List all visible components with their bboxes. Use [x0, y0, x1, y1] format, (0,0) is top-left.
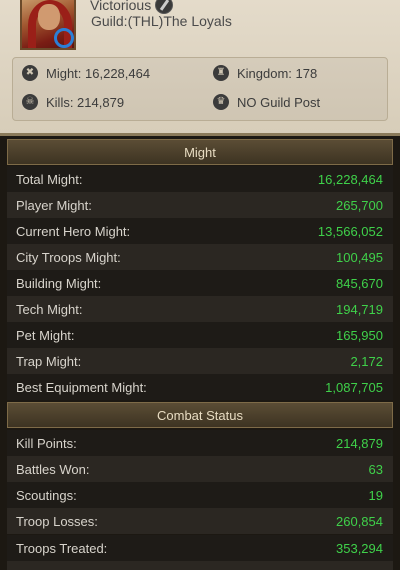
- stat-label: Building Might:: [16, 275, 102, 291]
- summary-guild-post-label: NO Guild Post: [237, 94, 321, 110]
- stat-value: 165,950: [336, 327, 383, 343]
- summary-kingdom: ♜ Kingdom: 178: [213, 65, 317, 81]
- stat-label: Total Might:: [16, 171, 83, 187]
- stat-row: Pet Might: 165,950: [7, 322, 393, 348]
- guild-name: Guild:(THL)The Loyals: [91, 13, 232, 29]
- stat-value: 194,719: [336, 301, 383, 317]
- section-header-combat: Combat Status: [7, 402, 393, 428]
- stat-label: Player Might:: [16, 197, 92, 213]
- stat-label: Troop Losses:: [16, 513, 98, 529]
- status-text: Victorious: [90, 0, 152, 13]
- title-badge-icon[interactable]: [155, 0, 174, 14]
- stat-label: Trap Might:: [16, 353, 82, 369]
- stat-row: Best Equipment Might: 1,087,705: [7, 374, 393, 400]
- player-status: Victorious: [90, 0, 174, 14]
- stat-value: 1,087,705: [325, 379, 383, 395]
- section-header-might: Might: [7, 139, 393, 165]
- summary-guild-post: ♛ NO Guild Post: [213, 94, 320, 110]
- stat-label: Pet Might:: [16, 327, 75, 343]
- profile-header: Victorious Guild:(THL)The Loyals ✖ Might…: [0, 0, 400, 136]
- stat-label: Best Equipment Might:: [16, 379, 147, 395]
- stat-value: 845,670: [336, 275, 383, 291]
- summary-kills-label: Kills: 214,879: [46, 94, 125, 110]
- stat-value: 353,294: [336, 540, 383, 556]
- stat-value: 265,700: [336, 197, 383, 213]
- summary-might: ✖ Might: 16,228,464: [22, 65, 150, 81]
- stat-row: Battles Won: 63: [7, 456, 393, 482]
- kills-icon: ☠: [22, 94, 38, 110]
- guild-post-icon: ♛: [213, 94, 229, 110]
- stat-label: Battles Won:: [16, 461, 90, 477]
- kingdom-icon: ♜: [213, 65, 229, 81]
- stat-row-partial: [7, 561, 393, 570]
- section-title: Combat Status: [157, 407, 243, 423]
- stat-row: Trap Might: 2,172: [7, 348, 393, 374]
- stat-row: Tech Might: 194,719: [7, 296, 393, 322]
- stat-value: 260,854: [336, 513, 383, 529]
- player-summary-box: ✖ Might: 16,228,464 ♜ Kingdom: 178 ☠ Kil…: [12, 57, 388, 121]
- stat-label: Scoutings:: [16, 487, 77, 503]
- summary-kingdom-label: Kingdom: 178: [237, 65, 318, 81]
- stat-label: City Troops Might:: [16, 249, 121, 265]
- stat-value: 214,879: [336, 435, 383, 451]
- stat-row: Kill Points: 214,879: [7, 430, 393, 456]
- player-avatar[interactable]: [20, 0, 76, 50]
- stat-value: 100,495: [336, 249, 383, 265]
- stat-row: Troops Treated: 353,294: [7, 535, 393, 561]
- summary-might-label: Might: 16,228,464: [46, 65, 151, 81]
- might-icon: ✖: [22, 65, 38, 81]
- stat-value: 13,566,052: [317, 223, 383, 239]
- stat-row: Total Might: 16,228,464: [7, 166, 393, 192]
- stat-value: 19: [368, 487, 383, 503]
- stat-value: 63: [368, 461, 383, 477]
- stat-row: Building Might: 845,670: [7, 270, 393, 296]
- summary-kills: ☠ Kills: 214,879: [22, 94, 124, 110]
- stat-row: Player Might: 265,700: [7, 192, 393, 218]
- stat-value: 16,228,464: [317, 171, 383, 187]
- section-title: Might: [184, 144, 216, 160]
- stat-label: Current Hero Might:: [16, 223, 131, 239]
- stat-row: Scoutings: 19: [7, 482, 393, 508]
- stat-value: 2,172: [350, 353, 383, 369]
- stat-label: Tech Might:: [16, 301, 83, 317]
- stat-label: Troops Treated:: [16, 540, 108, 556]
- stat-label: Kill Points:: [16, 435, 77, 451]
- stat-row: City Troops Might: 100,495: [7, 244, 393, 270]
- stat-row: Current Hero Might: 13,566,052: [7, 218, 393, 244]
- stat-row: Troop Losses: 260,854: [7, 508, 393, 534]
